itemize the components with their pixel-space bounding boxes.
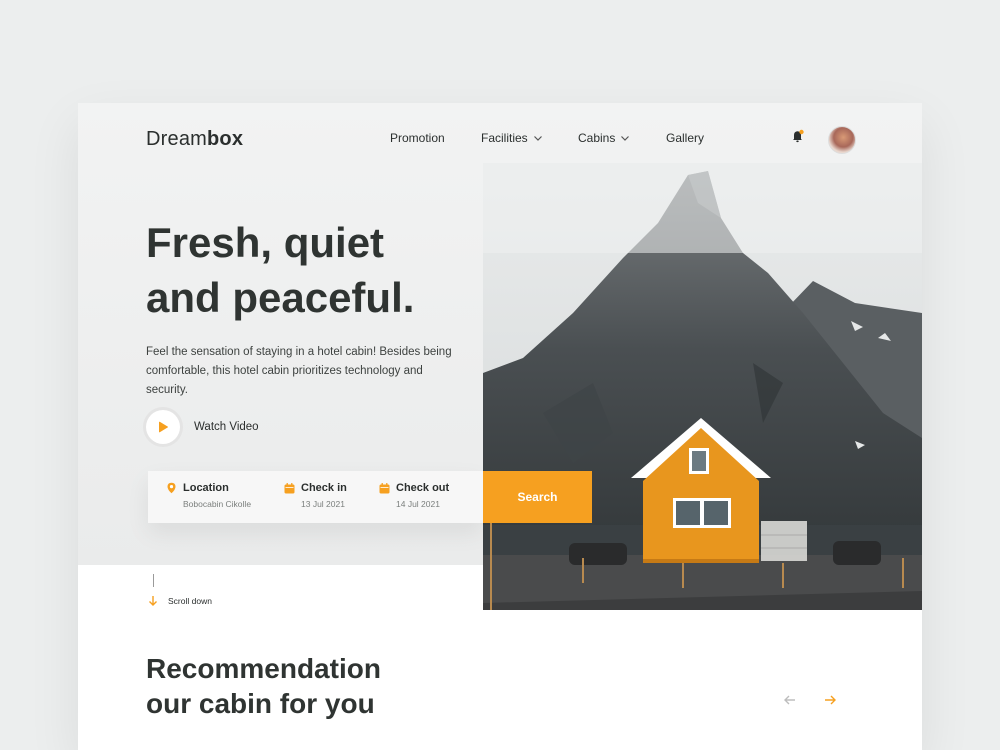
location-field[interactable]: Location Bobocabin Cikolle (166, 482, 251, 509)
checkout-label: Check out (396, 482, 450, 494)
headline-line-2: and peaceful. (146, 274, 415, 321)
bell-icon[interactable] (790, 128, 806, 144)
checkin-label: Check in (301, 482, 347, 494)
chevron-down-icon (621, 136, 630, 141)
arrow-right-icon[interactable] (823, 693, 837, 707)
location-label: Location (183, 482, 229, 494)
play-icon (159, 421, 168, 433)
checkout-value: 14 Jul 2021 (396, 499, 440, 509)
recommendation-title-line-1: Recommendation (146, 653, 381, 684)
recommendation-title-line-2: our cabin for you (146, 688, 375, 719)
scroll-down-label: Scroll down (168, 596, 212, 606)
checkin-value: 13 Jul 2021 (301, 499, 345, 509)
search-button[interactable]: Search (483, 471, 592, 523)
checkout-field[interactable]: Check out 14 Jul 2021 (379, 482, 449, 509)
chevron-down-icon (533, 136, 542, 141)
booking-search-bar: Location Bobocabin Cikolle Check in 13 J… (148, 471, 483, 523)
nav-facilities[interactable]: Facilities (481, 131, 543, 145)
scroll-down-link[interactable]: Scroll down (148, 595, 212, 607)
headline-line-1: Fresh, quiet (146, 219, 385, 266)
logo-light-text: Dream (146, 128, 208, 150)
logo-bold-text: box (207, 128, 244, 150)
location-value: Bobocabin Cikolle (183, 499, 252, 509)
watch-video-button[interactable]: Watch Video (146, 410, 259, 444)
calendar-icon (284, 482, 295, 493)
recommendation-title: Recommendation our cabin for you (146, 651, 381, 721)
nav-gallery-label: Gallery (666, 131, 705, 145)
checkin-field[interactable]: Check in 13 Jul 2021 (284, 482, 347, 509)
location-pin-icon (167, 482, 176, 494)
nav-promotion[interactable]: Promotion (390, 131, 445, 145)
watch-video-label: Watch Video (194, 421, 259, 433)
page-card: Dreambox Promotion Facilities Cabins Gal… (78, 103, 922, 750)
nav-promotion-label: Promotion (390, 131, 445, 145)
hero-description: Feel the sensation of staying in a hotel… (146, 346, 452, 396)
play-button[interactable] (146, 410, 180, 444)
nav-gallery[interactable]: Gallery (666, 131, 704, 145)
calendar-icon (379, 482, 390, 493)
hero-headline: Fresh, quiet and peaceful. (146, 215, 506, 325)
nav-facilities-label: Facilities (481, 131, 528, 145)
brand-logo[interactable]: Dreambox (146, 128, 243, 151)
arrow-down-icon (149, 596, 157, 606)
user-avatar[interactable] (828, 126, 856, 154)
nav-cabins-label: Cabins (578, 131, 616, 145)
arrow-left-icon[interactable] (783, 693, 797, 707)
nav-cabins[interactable]: Cabins (578, 131, 630, 145)
scroll-indicator-line (153, 574, 154, 587)
cabin-hero-photo (483, 163, 922, 610)
